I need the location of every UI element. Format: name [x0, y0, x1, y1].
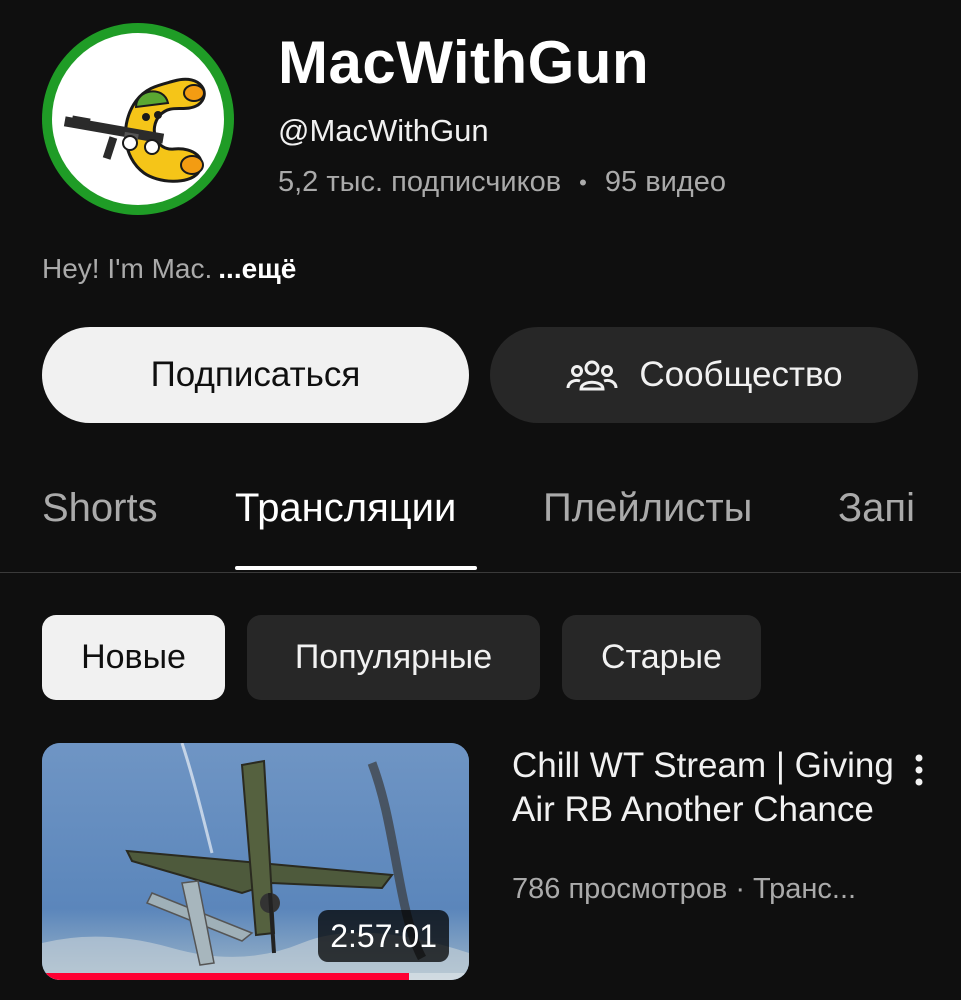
video-thumbnail[interactable]: 2:57:01 — [42, 743, 469, 980]
tab-playlists[interactable]: Плейлисты — [543, 486, 752, 531]
video-duration: 2:57:01 — [318, 910, 449, 962]
channel-handle: @MacWithGun — [278, 113, 489, 148]
video-count: 95 видео — [604, 166, 726, 198]
watch-progress-fill — [42, 973, 410, 980]
video-meta: 786 просмотров · Транс... — [512, 873, 857, 905]
mac-with-gun-logo — [63, 77, 206, 183]
subscribe-label: Подписаться — [150, 355, 361, 394]
description-text: Hey! I'm Mac. — [42, 253, 213, 284]
filter-popular-chip[interactable]: Популярные — [247, 615, 540, 700]
watch-progress-track — [42, 973, 469, 980]
community-label: Сообщество — [639, 355, 843, 394]
tab-shorts[interactable]: Shorts — [42, 486, 158, 531]
channel-name: MacWithGun — [278, 29, 650, 96]
avatar-image — [52, 33, 224, 205]
channel-stats: 5,2 тыс. подписчиков • 95 видео — [278, 166, 726, 199]
community-button[interactable]: Сообщество — [490, 327, 918, 423]
subscriber-count: 5,2 тыс. подписчиков — [278, 166, 562, 198]
tab-streams[interactable]: Трансляции — [235, 486, 456, 531]
channel-tabs: Shorts Трансляции Плейлисты Запі — [0, 478, 961, 573]
channel-avatar[interactable] — [42, 23, 234, 215]
people-group-icon — [566, 360, 618, 391]
active-tab-indicator — [235, 566, 477, 570]
stats-separator: • — [579, 169, 587, 195]
filter-new-chip[interactable]: Новые — [42, 615, 225, 700]
subscribe-button[interactable]: Подписаться — [42, 327, 469, 423]
video-title[interactable]: Chill WT Stream | Giving Air RB Another … — [512, 744, 902, 832]
tab-posts[interactable]: Запі — [838, 486, 915, 531]
more-vertical-icon[interactable] — [905, 750, 933, 790]
filter-old-chip[interactable]: Старые — [562, 615, 761, 700]
channel-description[interactable]: Hey! I'm Mac. ...ещё — [42, 253, 296, 285]
more-link[interactable]: ...ещё — [218, 253, 296, 284]
